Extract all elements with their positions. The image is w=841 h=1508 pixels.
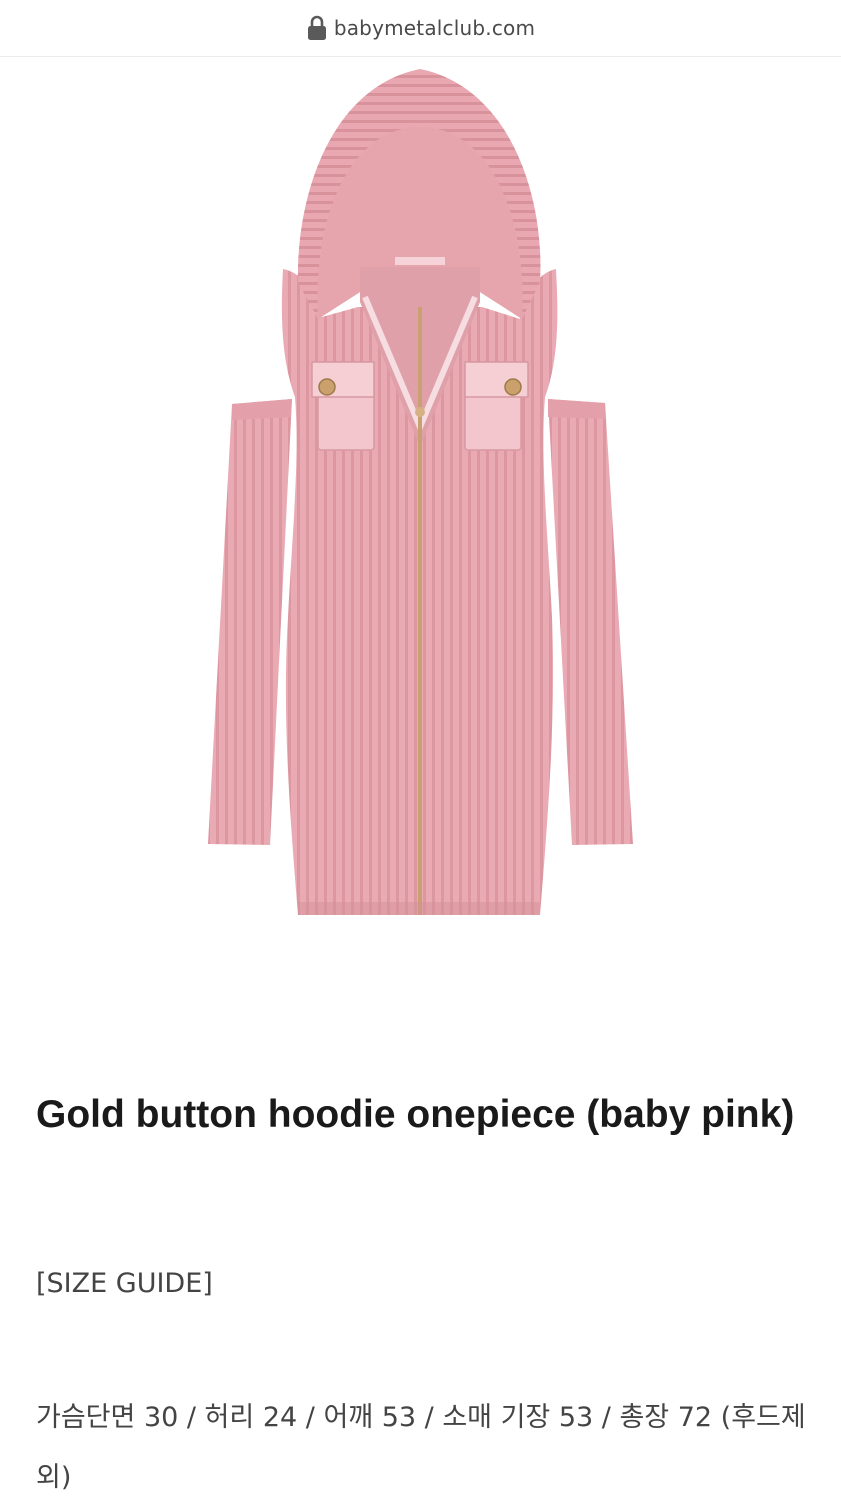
product-photo — [0, 57, 841, 1017]
lock-icon — [306, 15, 328, 41]
address-bar[interactable]: babymetalclub.com — [0, 0, 841, 57]
left-sleeve — [208, 399, 292, 845]
left-pocket — [311, 361, 375, 451]
url-text[interactable]: babymetalclub.com — [334, 16, 535, 40]
right-sleeve — [548, 399, 633, 845]
pink-hoodie-dress-photo — [208, 69, 633, 915]
product-title: Gold button hoodie onepiece (baby pink) — [36, 1093, 795, 1136]
size-guide-heading: [SIZE GUIDE] — [36, 1268, 213, 1299]
right-pocket — [464, 361, 529, 451]
size-guide-text: 가슴단면 30 / 허리 24 / 어깨 53 / 소매 기장 53 / 총장 … — [36, 1402, 806, 1493]
